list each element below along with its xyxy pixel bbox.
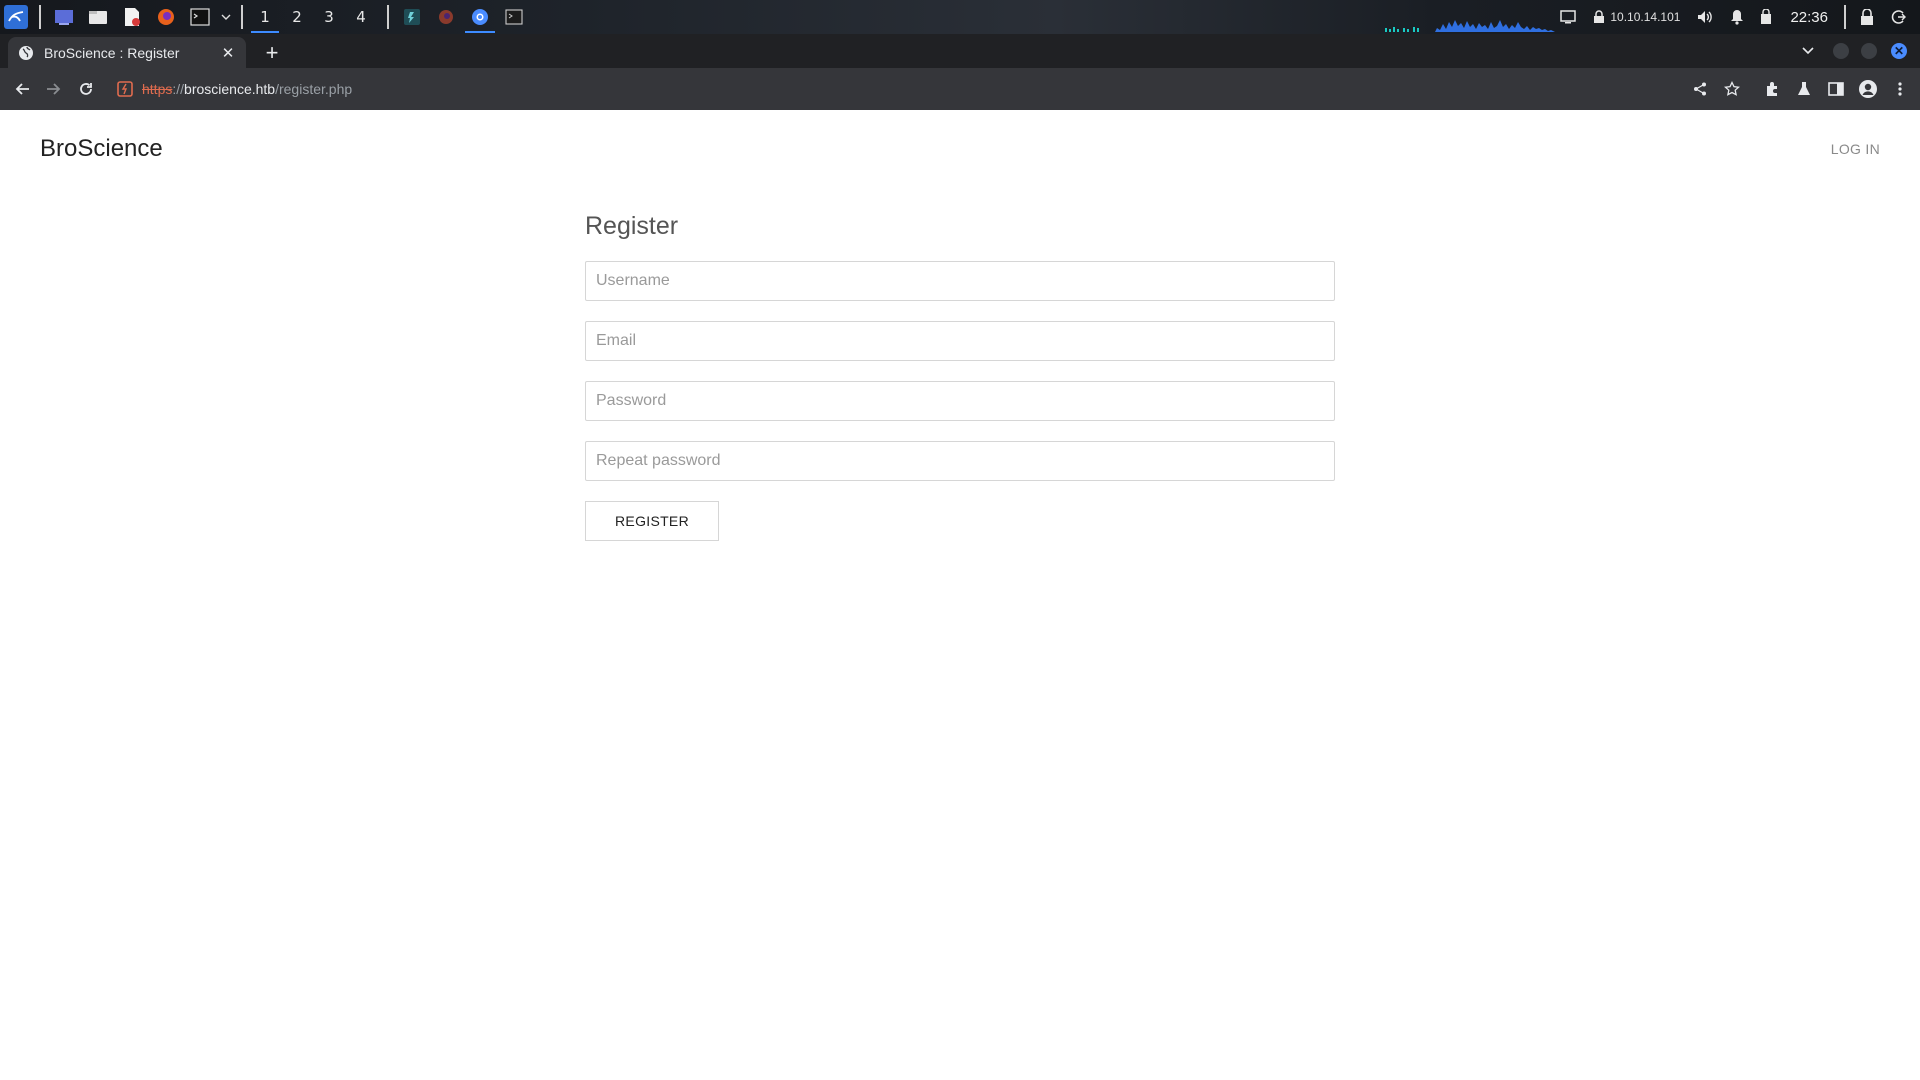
workspace-2[interactable]: 2 [281,0,313,34]
menu-kebab-icon[interactable] [1884,73,1916,105]
minimize-button[interactable] [1833,43,1849,59]
share-icon[interactable] [1684,73,1716,105]
url-separator: :// [172,81,185,97]
web-page: BroScience LOG IN Register REGISTER [0,110,1920,1080]
taskbar-separator [39,5,41,29]
toolbar-actions [1684,68,1920,110]
vpn-ip-address: 10.10.14.101 [1610,10,1681,24]
terminal-icon[interactable] [188,5,212,29]
workspace-3[interactable]: 3 [313,0,345,34]
workspace-1[interactable]: 1 [249,0,281,34]
vpn-lock-icon [1594,10,1605,23]
side-panel-icon[interactable] [1820,73,1852,105]
taskbar-separator [241,5,243,29]
url-scheme: https [142,81,173,97]
extensions-puzzle-icon[interactable] [1756,73,1788,105]
tab-search-icon[interactable] [1802,42,1814,58]
email-input[interactable] [585,321,1335,361]
close-window-button[interactable]: ✕ [1891,43,1907,59]
terminal-app-icon[interactable] [497,0,531,34]
address-bar[interactable]: https://broscience.htb/register.php [110,72,1690,106]
browser-tab-strip: BroScience : Register ✕ + ✕ [0,34,1920,68]
url-path: /register.php [275,81,353,97]
form-title: Register [585,212,679,240]
register-form: Register REGISTER [585,212,1335,541]
browser-tab[interactable]: BroScience : Register ✕ [8,37,246,68]
username-input[interactable] [585,261,1335,301]
notification-bell-icon[interactable] [1730,9,1744,25]
chromium-app-icon[interactable] [463,0,497,34]
password-input[interactable] [585,381,1335,421]
not-secure-icon[interactable] [116,80,134,98]
workspace-4[interactable]: 4 [345,0,377,34]
repeat-password-input[interactable] [585,441,1335,481]
display-icon[interactable] [1560,10,1577,24]
lock-screen-icon[interactable] [1860,9,1874,25]
taskbar-separator [387,5,389,29]
firefox-app-icon[interactable] [429,0,463,34]
file-manager-icon[interactable] [86,5,110,29]
reload-button[interactable] [72,75,100,103]
kali-menu-icon[interactable] [4,5,28,29]
forward-button[interactable] [40,75,68,103]
os-taskbar: 1 2 3 4 10.10.14.101 22:36 [0,0,1920,34]
profile-avatar-icon[interactable] [1852,73,1884,105]
register-button[interactable]: REGISTER [585,501,719,541]
logout-icon[interactable] [1890,9,1906,25]
globe-icon [19,45,33,60]
clock[interactable]: 22:36 [1790,9,1828,26]
firefox-icon[interactable] [154,5,178,29]
url-host: broscience.htb [184,81,276,97]
bookmark-star-icon[interactable] [1716,73,1748,105]
burp-app-icon[interactable] [395,0,429,34]
vpn-status[interactable]: 10.10.14.101 [1592,10,1680,24]
chevron-down-icon[interactable] [219,5,233,29]
new-tab-button[interactable]: + [260,40,284,65]
desktop-icon[interactable] [52,5,76,29]
labs-flask-icon[interactable] [1788,73,1820,105]
browser-toolbar: https://broscience.htb/register.php [0,68,1920,110]
tab-title: BroScience : Register [44,44,180,61]
maximize-button[interactable] [1861,43,1877,59]
text-editor-icon[interactable] [120,5,144,29]
volume-icon[interactable] [1696,9,1714,25]
close-tab-icon[interactable]: ✕ [220,45,236,62]
site-brand[interactable]: BroScience [40,135,163,163]
system-tray: 10.10.14.101 22:36 [1552,0,1920,34]
battery-lock-icon[interactable] [1760,9,1772,25]
taskbar-separator [1844,5,1846,29]
login-link[interactable]: LOG IN [1831,141,1880,157]
network-activity-graph [1385,20,1555,32]
back-button[interactable] [8,75,36,103]
